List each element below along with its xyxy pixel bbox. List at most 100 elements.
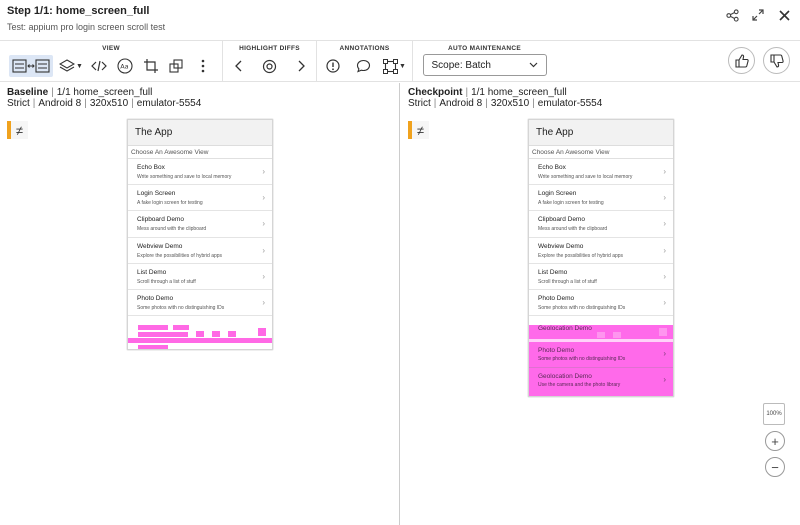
chevron-right-icon: › — [262, 271, 265, 281]
chevron-right-icon: › — [663, 349, 666, 358]
zoom-fit-button[interactable]: 100% — [763, 403, 785, 425]
region-select-icon[interactable]: ▼ — [383, 55, 406, 77]
baseline-step: 1/1 home_screen_full — [56, 87, 153, 98]
side-by-side-view-icon[interactable] — [9, 55, 54, 77]
app-section-header: Choose An Awesome View — [128, 146, 272, 159]
test-name: Test: appium pro login screen scroll tes… — [7, 22, 166, 32]
share-icon[interactable] — [724, 7, 740, 23]
list-item: Echo Box Write something and save to loca… — [529, 159, 673, 186]
annotations-group: ANNOTATIONS ▼ — [317, 41, 413, 81]
baseline-resolution: 320x510 — [89, 98, 129, 109]
multi-window-icon[interactable] — [167, 55, 187, 77]
diff-divider — [529, 339, 673, 342]
layers-icon[interactable]: ▼ — [59, 55, 83, 77]
text-compare-icon[interactable]: Aa — [115, 55, 135, 77]
chevron-right-icon: › — [663, 271, 666, 281]
app-title: The App — [529, 120, 673, 146]
list-item: Login Screen A fake login screen for test… — [529, 185, 673, 212]
chevron-right-icon: › — [663, 245, 666, 255]
checkpoint-os: Android 8 — [439, 98, 483, 109]
list-item: Login Screen A fake login screen for test… — [128, 185, 272, 212]
review-actions — [728, 47, 790, 74]
list-item: Echo Box Write something and save to loca… — [128, 159, 272, 186]
baseline-header: Baseline | 1/1 home_screen_full — [7, 87, 153, 98]
issue-icon[interactable] — [323, 55, 343, 77]
app-title: The App — [128, 120, 272, 146]
code-icon[interactable] — [89, 55, 109, 77]
list-item-label: Geolocation Demo — [538, 325, 592, 332]
list-item: Webview Demo Explore the possibilities of… — [529, 238, 673, 264]
zoom-out-button[interactable]: − — [765, 457, 785, 477]
list-item-label: Photo Demo — [538, 347, 575, 354]
diff-highlight — [228, 331, 236, 337]
header: Step 1/1: home_screen_full Test: appium … — [0, 0, 800, 40]
close-icon[interactable] — [776, 7, 792, 23]
list-item: Photo Demo Some photos with no distinguis… — [529, 290, 673, 317]
diff-highlight — [659, 328, 667, 336]
thumbs-up-icon[interactable] — [728, 47, 755, 74]
chevron-down-icon — [529, 62, 537, 68]
highlight-diffs-group: HIGHLIGHT DIFFS — [223, 41, 317, 81]
chevron-right-icon: › — [663, 193, 666, 203]
checkpoint-header: Checkpoint | 1/1 home_screen_full — [408, 87, 567, 98]
chevron-right-icon: › — [262, 297, 265, 307]
list-item: Webview Demo Explore the possibilities of… — [128, 238, 272, 264]
diff-highlight — [258, 328, 266, 336]
checkpoint-panel: Checkpoint | 1/1 home_screen_full Strict | A… — [401, 83, 800, 525]
scope-value: Scope: Batch — [431, 59, 491, 71]
diff-highlight — [212, 331, 220, 337]
header-actions — [724, 7, 792, 23]
chevron-right-icon: › — [663, 219, 666, 229]
scope-select[interactable]: Scope: Batch — [422, 54, 547, 76]
unresolved-status-badge[interactable]: ≠ — [7, 121, 28, 139]
zoom-in-button[interactable]: + — [765, 431, 785, 451]
diff-highlight — [138, 325, 168, 330]
step-title: Step 1/1: home_screen_full — [7, 5, 150, 17]
checkpoint-step: 1/1 home_screen_full — [471, 87, 567, 98]
app-section-header: Choose An Awesome View — [529, 146, 673, 159]
highlight-diffs-label: HIGHLIGHT DIFFS — [239, 45, 300, 52]
list-item-sublabel: Use the camera and the photo library — [538, 382, 621, 388]
diff-highlight — [138, 345, 168, 349]
more-options-icon[interactable] — [193, 55, 213, 77]
diff-highlight — [138, 332, 188, 337]
checkpoint-match-level: Strict — [408, 98, 431, 109]
list-item: List Demo Scroll through a list of stuff › — [128, 264, 272, 290]
list-item-sublabel: Some photos with no distinguishing IDs — [538, 356, 626, 362]
baseline-panel: Baseline | 1/1 home_screen_full Strict | And… — [0, 83, 400, 525]
diff-highlight — [128, 338, 272, 343]
list-item: List Demo Scroll through a list of stuff › — [529, 264, 673, 290]
checkpoint-device: emulator-5554 — [537, 98, 603, 109]
diff-highlight — [173, 325, 189, 330]
chevron-right-icon: › — [663, 167, 666, 176]
baseline-screenshot[interactable]: The App Choose An Awesome View Echo Box W… — [127, 119, 273, 350]
list-item: Photo Demo Some photos with no distinguis… — [128, 290, 272, 317]
unresolved-status-badge[interactable]: ≠ — [408, 121, 429, 139]
chevron-right-icon: › — [262, 219, 265, 229]
list-item: Clipboard Demo Mess around with the clipb… — [529, 211, 673, 238]
chevron-right-icon: › — [262, 193, 265, 203]
annotations-label: ANNOTATIONS — [339, 45, 390, 52]
highlight-target-icon[interactable] — [260, 55, 280, 77]
checkpoint-screenshot[interactable]: The App Choose An Awesome View Echo Box W… — [528, 119, 674, 397]
diff-highlight — [613, 332, 621, 338]
list-item: Clipboard Demo Mess around with the clipb… — [128, 211, 272, 238]
baseline-label: Baseline — [7, 87, 49, 98]
chevron-right-icon: › — [262, 167, 265, 176]
crop-icon[interactable] — [141, 55, 161, 77]
auto-maintenance-group: AUTO MAINTENANCE Scope: Batch — [413, 41, 556, 81]
thumbs-down-icon[interactable] — [763, 47, 790, 74]
diff-highlight — [597, 332, 605, 338]
view-label: VIEW — [102, 45, 120, 52]
comment-icon[interactable] — [353, 55, 373, 77]
next-diff-icon[interactable] — [292, 55, 312, 77]
baseline-env: Strict | Android 8 | 320x510 | emulator-5554 — [7, 98, 202, 109]
diff-divider — [529, 367, 673, 368]
checkpoint-label: Checkpoint — [408, 87, 463, 98]
chevron-right-icon: › — [663, 297, 666, 307]
view-group: VIEW ▼ Aa — [0, 41, 223, 81]
svg-text:Aa: Aa — [120, 63, 128, 71]
expand-icon[interactable] — [750, 7, 766, 23]
previous-diff-icon[interactable] — [228, 55, 248, 77]
checkpoint-env: Strict | Android 8 | 320x510 | emulator-5554 — [408, 98, 603, 109]
